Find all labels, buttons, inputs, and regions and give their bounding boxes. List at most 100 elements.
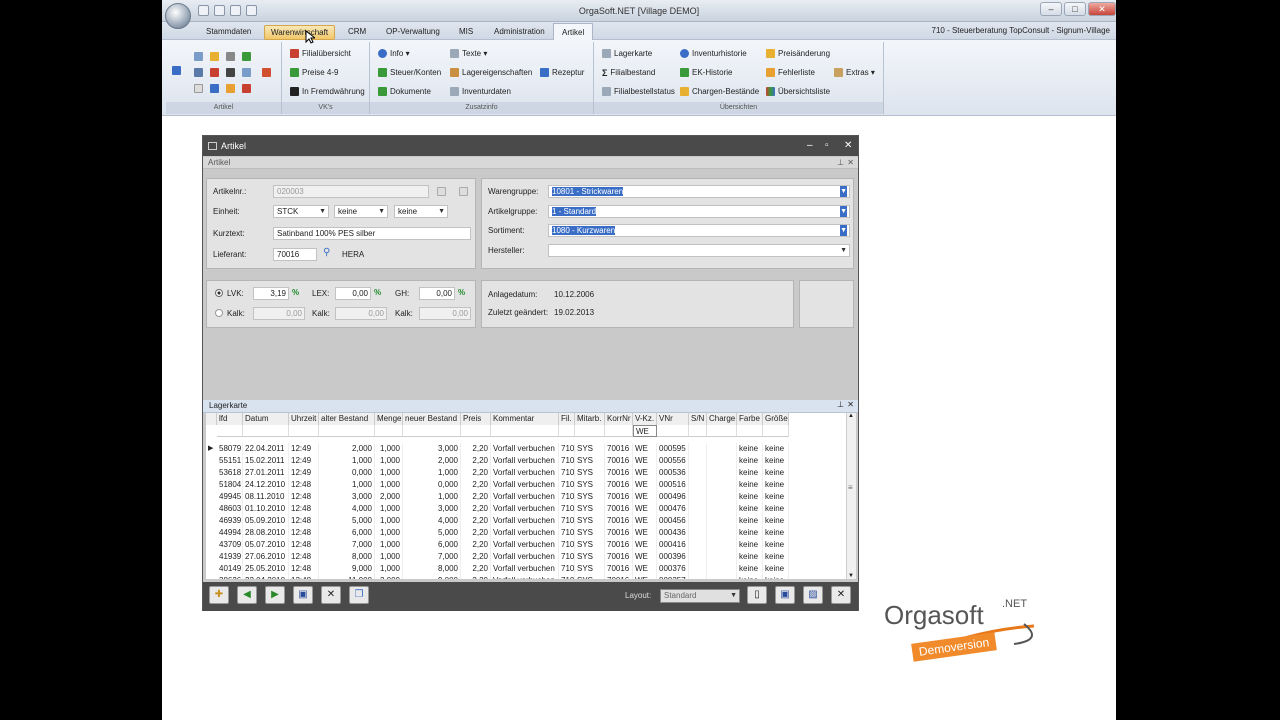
column-header-6[interactable]: Preis (461, 413, 491, 425)
fremdwaehrung-button[interactable]: In Fremdwährung (290, 87, 365, 97)
table-row[interactable]: 51804 24.12.2010 12:48 1,000 1,000 0,000 2,20 V… (206, 479, 836, 491)
scroll-grip-icon[interactable]: ≡ (848, 483, 853, 492)
layout-select[interactable]: Standard ▼ (660, 589, 740, 603)
column-header-2[interactable]: Uhrzeit (289, 413, 319, 425)
column-header-13[interactable]: S/N (689, 413, 707, 425)
chart-icon[interactable] (242, 84, 251, 93)
page-icon[interactable] (242, 68, 251, 77)
filter-cell-15[interactable] (737, 425, 763, 437)
save-icon[interactable]: ▣ (293, 586, 313, 604)
ek-historie-button[interactable]: EK-Historie (680, 68, 732, 78)
copy-icon[interactable] (194, 68, 203, 77)
filter-cell-11[interactable]: WE (633, 425, 657, 437)
lagereigenschaften-button[interactable]: Lagereigenschaften (450, 68, 532, 78)
lvk-field[interactable]: 3,19 (253, 287, 289, 300)
einheit3-select[interactable]: keine ▼ (394, 205, 448, 218)
percent-icon[interactable]: % (458, 288, 465, 297)
table-row[interactable]: 41939 27.06.2010 12:48 8,000 1,000 7,000 2,20 V… (206, 551, 836, 563)
filter-cell-16[interactable] (763, 425, 789, 437)
column-header-10[interactable]: KorrNr (605, 413, 633, 425)
tab-stammdaten[interactable]: Stammdaten (200, 25, 257, 38)
filter-cell-4[interactable] (375, 425, 403, 437)
einheit2-select[interactable]: keine ▼ (334, 205, 388, 218)
layout-new-icon[interactable]: ▯ (747, 586, 767, 604)
column-header-12[interactable]: VNr (657, 413, 689, 425)
pin-icon[interactable]: ⊥ (837, 157, 844, 169)
warengruppe-select[interactable]: 10801 - Strickwaren ▼ (548, 185, 850, 198)
steuer-konten-button[interactable]: Steuer/Konten (378, 68, 441, 78)
sortiment-select[interactable]: 1080 - Kurzwaren ▼ (548, 224, 850, 237)
filter-cell-13[interactable] (689, 425, 707, 437)
close-button[interactable]: ✕ (1088, 2, 1116, 16)
filialuebersicht-button[interactable]: Filialübersicht (290, 49, 351, 59)
tag-icon[interactable] (210, 68, 219, 77)
lagerkarte-grid[interactable]: lfd Datum Uhrzeit alter Bestand Menge neuer B… (206, 413, 846, 579)
column-header-4[interactable]: Menge (375, 413, 403, 425)
table-row[interactable]: 3862622.04.201012:4811,0002,0009,0002,20… (206, 575, 836, 579)
uebersichtsliste-button[interactable]: Übersichtsliste (766, 87, 830, 97)
star-icon[interactable] (210, 52, 219, 61)
lvk-radio[interactable] (215, 289, 223, 297)
column-header-15[interactable]: Farbe (737, 413, 763, 425)
filter-cell-10[interactable] (605, 425, 633, 437)
table-row[interactable]: 55151 15.02.2011 12:49 1,000 1,000 2,000 2,20 V… (206, 455, 836, 467)
mdi-close-button[interactable]: ✕ (844, 136, 852, 156)
scroll-down-icon[interactable]: ▼ (848, 573, 854, 579)
palette-icon[interactable] (262, 68, 271, 77)
table-row[interactable]: 49945 08.11.2010 12:48 3,000 2,000 1,000 2,20 V… (206, 491, 836, 503)
filter-cell-1[interactable] (243, 425, 289, 437)
filter-cell-12[interactable] (657, 425, 689, 437)
cancel-icon[interactable]: ✕ (321, 586, 341, 604)
layout-delete-icon[interactable]: ✕ (831, 586, 851, 604)
kalk2-field[interactable]: 0,00 (335, 307, 387, 320)
filter-cell-0[interactable] (217, 425, 243, 437)
maximize-button[interactable]: □ (1064, 2, 1086, 16)
account-label[interactable]: 710 - Steuerberatung TopConsult - Signum… (932, 26, 1110, 35)
fehlerliste-button[interactable]: Fehlerliste (766, 68, 815, 78)
column-header-8[interactable]: Fil. (559, 413, 575, 425)
artikelnr-field[interactable]: 020003 (273, 185, 429, 198)
extras-button[interactable]: Extras ▾ (834, 68, 875, 78)
tab-op-verwaltung[interactable]: OP-Verwaltung (380, 25, 446, 38)
info-button[interactable]: Info ▾ (378, 49, 410, 59)
new-icon[interactable]: ✚ (209, 586, 229, 604)
filter-cell-6[interactable] (461, 425, 491, 437)
gear-icon[interactable] (226, 52, 235, 61)
lieferant-field[interactable]: 70016 (273, 248, 317, 261)
table-row[interactable]: 53618 27.01.2011 12:49 0,000 1,000 1,000 2,20 V… (206, 467, 836, 479)
plus-icon[interactable] (226, 84, 235, 93)
table-row[interactable]: 48603 01.10.2010 12:48 4,000 1,000 3,000 2,20 V… (206, 503, 836, 515)
kalk3-field[interactable]: 0,00 (419, 307, 471, 320)
column-header-11[interactable]: V-Kz. (633, 413, 657, 425)
chargen-bestaende-button[interactable]: Chargen-Bestände (680, 87, 759, 97)
back-icon[interactable]: ◀ (237, 586, 257, 604)
blank-icon[interactable] (194, 84, 203, 93)
table-row[interactable]: ▶ 58079 22.04.2011 12:49 2,000 1,000 3,000 2,20… (206, 443, 836, 455)
mdi-maximize-button[interactable]: ▫ (825, 136, 829, 156)
artikelgruppe-select[interactable]: 1 - Standard ▼ (548, 205, 850, 218)
delete-article-icon[interactable] (459, 187, 468, 196)
mdi-minimize-button[interactable]: – (807, 136, 813, 156)
hersteller-select[interactable]: ▼ (548, 244, 850, 257)
lex-field[interactable]: 0,00 (335, 287, 371, 300)
filter-cell-7[interactable] (491, 425, 559, 437)
layout-save-icon[interactable]: ▣ (775, 586, 795, 604)
percent-icon[interactable]: % (292, 288, 299, 297)
lagerkarte-button[interactable]: Lagerkarte (602, 49, 652, 59)
tab-mis[interactable]: MIS (453, 25, 479, 38)
search-icon[interactable]: ⚲ (323, 247, 330, 258)
column-header-16[interactable]: Größe (763, 413, 789, 425)
column-header-5[interactable]: neuer Bestand (403, 413, 461, 425)
einheit-select[interactable]: STCK ▼ (273, 205, 329, 218)
filialbestellstatus-button[interactable]: Filialbestellstatus (602, 87, 675, 97)
scroll-up-icon[interactable]: ▲ (848, 413, 854, 419)
inventurhistorie-button[interactable]: Inventurhistorie (680, 49, 747, 59)
kalk-radio[interactable] (215, 309, 223, 317)
column-header-9[interactable]: Mitarb. (575, 413, 605, 425)
globe-icon[interactable] (210, 84, 219, 93)
tab-artikel[interactable]: Artikel (553, 23, 594, 40)
truck-icon[interactable] (242, 52, 251, 61)
dokumente-button[interactable]: Dokumente (378, 87, 431, 97)
grid-scrollbar[interactable]: ▲ ≡ ▼ (846, 413, 856, 579)
table-row[interactable]: 40149 25.05.2010 12:48 9,000 1,000 8,000 2,20 V… (206, 563, 836, 575)
